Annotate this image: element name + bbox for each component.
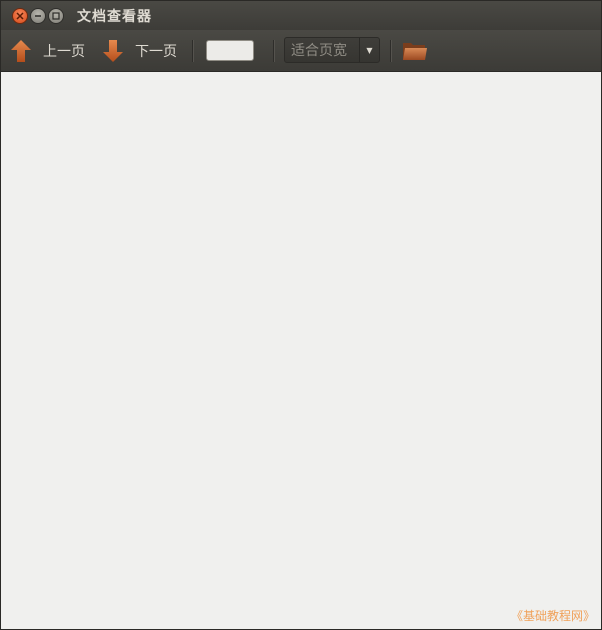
arrow-down-icon [103,39,123,62]
next-page-label: 下一页 [135,43,177,60]
close-icon [16,12,24,20]
toolbar: 上一页 下一页 适合页宽 ▼ [1,30,601,72]
arrow-up-icon [11,39,31,62]
toolbar-separator [273,40,275,62]
toolbar-separator [192,40,194,62]
folder-icon [403,42,427,60]
document-view[interactable]: 《基础教程网》 [1,72,601,629]
zoom-selected-value: 适合页宽 [291,43,347,59]
open-file-button[interactable] [401,30,429,71]
watermark-text: 《基础教程网》 [510,609,595,623]
maximize-icon [52,12,60,20]
title-bar[interactable]: 文档查看器 [1,1,601,30]
page-number-input[interactable] [206,40,254,61]
minimize-icon [35,15,41,17]
close-button[interactable] [12,8,28,24]
zoom-dropdown[interactable]: 适合页宽 ▼ [284,37,380,63]
maximize-button[interactable] [48,8,64,24]
app-window: 文档查看器 上一页 下一页 适合页宽 ▼ 《基础教程网》 [0,0,602,630]
window-title: 文档查看器 [77,9,152,25]
chevron-down-icon: ▼ [366,45,373,55]
prev-page-label: 上一页 [43,43,85,60]
prev-page-button[interactable]: 上一页 [9,30,85,71]
minimize-button[interactable] [30,8,46,24]
toolbar-separator [390,40,392,62]
next-page-button[interactable]: 下一页 [101,30,177,71]
